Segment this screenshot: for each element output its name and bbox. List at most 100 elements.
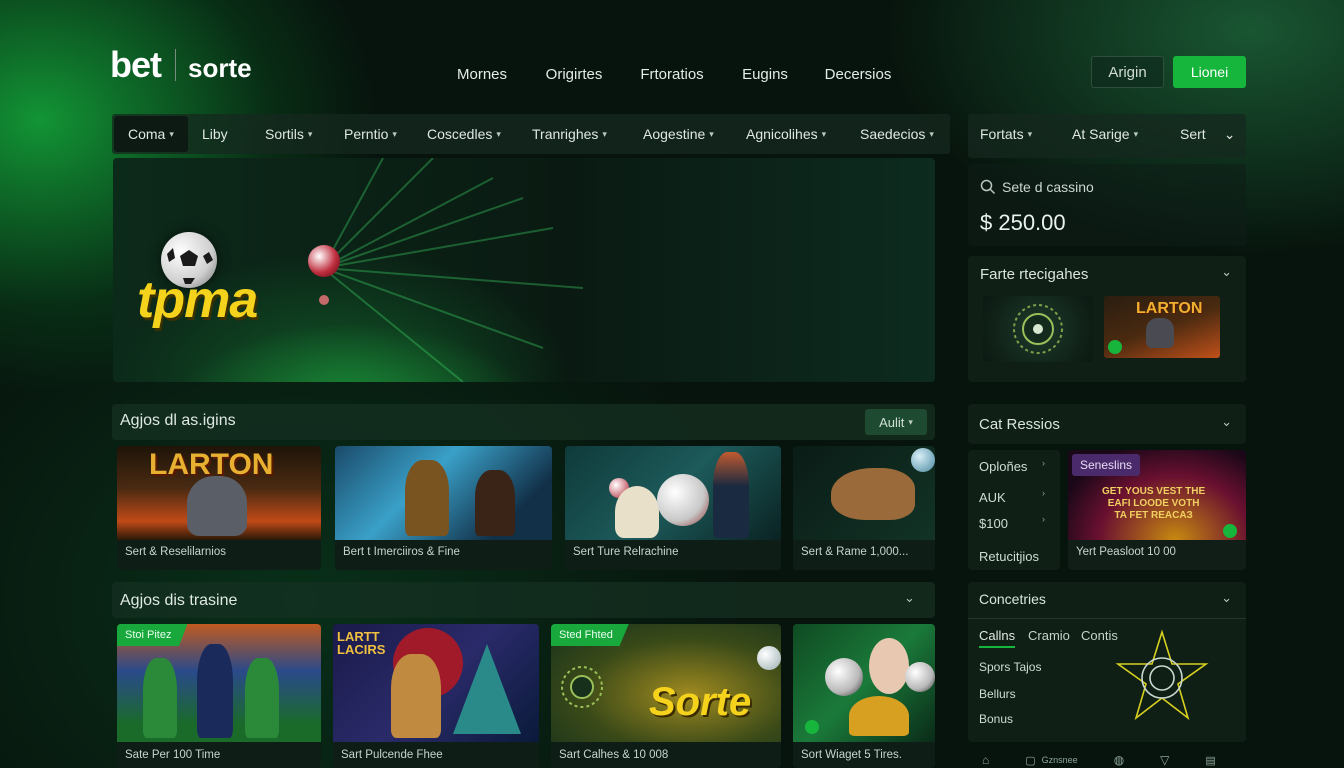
contacts-item-1[interactable]: Spors Tajos — [979, 660, 1041, 674]
chevron-down-icon: ▾ — [908, 416, 913, 427]
small-ball-icon — [319, 295, 329, 305]
game-card-3[interactable]: Sert Ture Relrachine — [565, 446, 781, 570]
category-label: Saedecios — [860, 126, 926, 142]
game-caption: Sart Calhes & 10 008 — [559, 749, 669, 761]
grid-icon[interactable]: ▢ — [1025, 754, 1035, 767]
filter-icon[interactable]: ▽ — [1160, 753, 1169, 767]
player-figure — [143, 658, 177, 738]
card-tag: Sted Fhted — [551, 624, 629, 646]
category-label: Liby — [202, 126, 228, 142]
logo-bet-text: bet — [110, 44, 162, 85]
search-row[interactable]: Sete d cassino — [980, 179, 1094, 195]
game-caption: Sart Pulcende Fhee — [341, 749, 443, 761]
game-card-1[interactable]: LARTON Sert & Reselilarnios — [117, 446, 321, 570]
chevron-down-icon: ▾ — [307, 128, 313, 139]
category-tab-2[interactable]: Liby — [202, 114, 228, 154]
promo-caption: Yert Peasloot 10 00 — [1076, 546, 1176, 558]
promo-line-1: GET YOUS VEST THE — [1102, 486, 1206, 497]
logo-divider — [175, 49, 176, 81]
featured-thumb-2[interactable]: LARTON — [1104, 296, 1220, 358]
character-figure — [405, 460, 449, 536]
category-tab-5[interactable]: Coscedles ▾ — [427, 114, 501, 154]
game-caption: Sert Ture Relrachine — [573, 546, 679, 558]
chevron-down-icon: ▾ — [602, 128, 607, 139]
game-card-2[interactable]: Bert t Imerciiros & Fine — [335, 446, 552, 570]
game-art-title: Sorte — [649, 680, 752, 724]
category-label: Aogestine — [643, 126, 706, 142]
mic-icon[interactable]: ◍ — [1114, 753, 1124, 767]
casino-filter-item-4[interactable]: Retucitjios — [979, 549, 1039, 564]
chevron-down-icon[interactable]: ⌄ — [1221, 590, 1232, 606]
play-icon[interactable] — [805, 720, 819, 734]
sort-bar: Fortats ▾ At Sarige ▾ Sert ⌄ — [968, 114, 1246, 158]
section-title: Agjos dl as.igins — [120, 412, 236, 429]
sort-filter-1[interactable]: Fortats ▾ — [980, 114, 1032, 154]
section-header-2: Agjos dis trasine ⌄ — [112, 582, 935, 618]
promo-text: GET YOUS VEST THE EAFI LOODE VOTH TA FET… — [1102, 486, 1205, 522]
game-caption: Sort Wiaget 5 Tires. — [801, 749, 902, 761]
contacts-item-3[interactable]: Bonus — [979, 712, 1013, 726]
filter-dropdown[interactable]: Aulit ▾ — [865, 409, 927, 435]
footer-icon-bar: ⌂ ▢ Gznsnee ◍ ▽ ▤ — [968, 752, 1246, 768]
chevron-down-icon[interactable]: ⌄ — [904, 590, 915, 606]
game-thumbnail: LARTT LACIRS — [333, 624, 539, 742]
contacts-item-2[interactable]: Bellurs — [979, 687, 1016, 701]
topnav-item-2[interactable]: Origirtes — [524, 66, 624, 83]
login-button[interactable]: Arigin — [1091, 56, 1164, 88]
tower-graphic — [453, 644, 521, 734]
register-button[interactable]: Lionei — [1173, 56, 1246, 88]
topnav-item-4[interactable]: Eugins — [720, 66, 810, 83]
category-tab-4[interactable]: Perntio ▾ — [344, 114, 397, 154]
contacts-tab-2[interactable]: Cramio — [1028, 628, 1070, 643]
filter-label: Aulit — [879, 414, 905, 430]
category-tab-8[interactable]: Agnicolihes ▾ — [746, 114, 826, 154]
game-card-5[interactable]: Stoi Pitez Sate Per 100 Time — [117, 624, 321, 768]
search-icon — [980, 179, 996, 195]
category-label: Tranrighes — [532, 126, 599, 142]
game-thumbnail — [793, 446, 935, 540]
game-card-4[interactable]: Sert & Rame 1,000... — [793, 446, 935, 570]
category-tab-7[interactable]: Aogestine ▾ — [643, 114, 714, 154]
chevron-down-icon[interactable]: ⌄ — [1221, 414, 1232, 430]
brand-logo[interactable]: bet sorte — [110, 44, 252, 86]
sort-filter-2[interactable]: At Sarige ▾ — [1072, 114, 1138, 154]
topnav-item-5[interactable]: Decersios — [810, 66, 906, 83]
category-tab-1[interactable]: Coma ▾ — [114, 116, 188, 152]
play-icon[interactable] — [1223, 524, 1237, 538]
category-tab-9[interactable]: Saedecios ▾ — [860, 114, 934, 154]
game-card-6[interactable]: LARTT LACIRS Sart Pulcende Fhee — [333, 624, 539, 768]
game-art-title: LARTT LACIRS — [337, 629, 386, 657]
topnav-item-1[interactable]: Mornes — [440, 66, 524, 83]
casino-promo-card[interactable]: Seneslins GET YOUS VEST THE EAFI LOODE V… — [1068, 450, 1246, 570]
category-tab-3[interactable]: Sortils ▾ — [265, 114, 312, 154]
chevron-down-icon: ▾ — [1027, 128, 1033, 139]
chevron-down-icon: ▾ — [821, 128, 827, 139]
category-tab-6[interactable]: Tranrighes ▾ — [532, 114, 607, 154]
sort-filter-3[interactable]: Sert ⌄ — [1180, 114, 1235, 154]
topnav-item-3[interactable]: Frtoratios — [624, 66, 720, 83]
chevron-down-icon: ▾ — [709, 128, 714, 139]
character-figure — [475, 470, 515, 536]
game-card-8[interactable]: Sort Wiaget 5 Tires. — [793, 624, 935, 768]
contacts-tab-1[interactable]: Callns — [979, 628, 1016, 648]
casino-filter-item-1[interactable]: Oploñes — [979, 459, 1027, 474]
chevron-down-icon[interactable]: ⌄ — [1221, 264, 1232, 280]
hero-banner[interactable]: tpma — [113, 158, 935, 382]
soccer-ball-icon — [905, 662, 935, 692]
casino-filter-item-2[interactable]: AUK — [979, 490, 1006, 505]
featured-thumb-1[interactable] — [983, 296, 1093, 362]
game-caption: Sert & Reselilarnios — [125, 546, 226, 558]
home-icon[interactable]: ⌂ — [982, 753, 989, 767]
game-caption: Sate Per 100 Time — [125, 749, 221, 761]
play-icon[interactable] — [1108, 340, 1122, 354]
ball-icon — [757, 646, 781, 670]
contacts-panel: Concetries ⌄ Callns Cramio Contis Spors … — [968, 582, 1246, 742]
chevron-down-icon: ▾ — [392, 128, 397, 139]
book-icon[interactable]: ▤ — [1205, 754, 1215, 767]
casino-panel-title: Cat Ressios — [979, 416, 1060, 433]
category-bar: Coma ▾ Liby Sortils ▾ Perntio ▾ Coscedles ▾ … — [112, 114, 950, 154]
top-navigation: Mornes Origirtes Frtoratios Eugins Decer… — [440, 66, 906, 83]
game-caption: Bert t Imerciiros & Fine — [343, 546, 460, 558]
game-card-7[interactable]: Sorte Sted Fhted Sart Calhes & 10 008 — [551, 624, 781, 768]
casino-filter-item-3[interactable]: $100 — [979, 516, 1008, 531]
